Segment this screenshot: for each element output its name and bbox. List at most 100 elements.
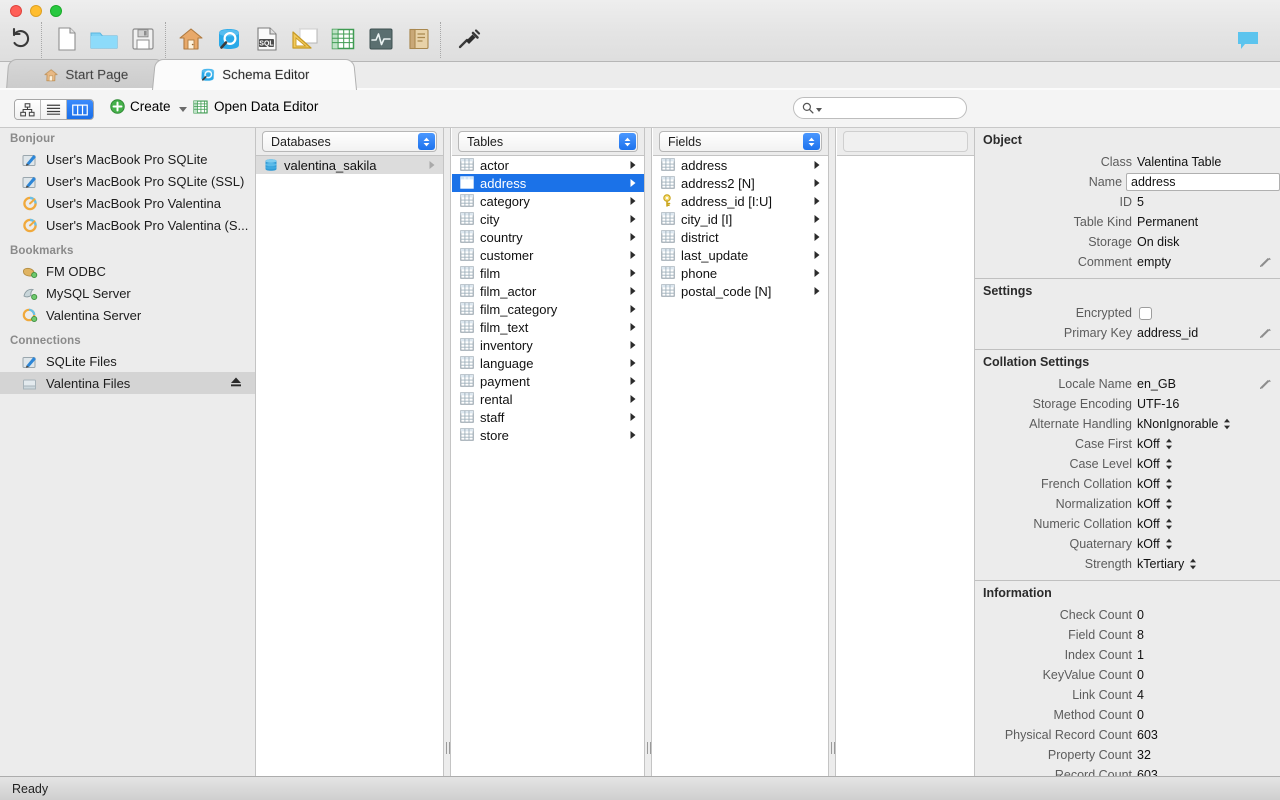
inspector-row-value[interactable]: kOff (1137, 457, 1173, 471)
list-item[interactable]: postal_code [N] (653, 282, 828, 300)
list-item[interactable]: city (452, 210, 644, 228)
chevron-down-icon[interactable] (178, 107, 187, 112)
save-button[interactable] (126, 20, 160, 58)
list-item[interactable]: payment (452, 372, 644, 390)
inspector-row-value[interactable]: kTertiary (1137, 557, 1197, 571)
disclosure-arrow-icon[interactable] (629, 356, 637, 371)
list-item[interactable]: phone (653, 264, 828, 282)
view-mode-segmented-control[interactable] (14, 99, 94, 120)
open-folder-button[interactable] (87, 20, 121, 58)
zoom-window-button[interactable] (50, 5, 62, 17)
list-item[interactable]: city_id [I] (653, 210, 828, 228)
disclosure-arrow-icon[interactable] (629, 194, 637, 209)
list-item[interactable]: customer (452, 246, 644, 264)
schema-editor-button[interactable] (212, 20, 246, 58)
detail-list[interactable] (837, 156, 974, 776)
disclosure-arrow-icon[interactable] (629, 392, 637, 407)
disclosure-arrow-icon[interactable] (813, 194, 821, 209)
list-item[interactable]: inventory (452, 336, 644, 354)
monitor-button[interactable] (364, 20, 398, 58)
encrypted-checkbox[interactable] (1139, 306, 1152, 320)
list-item[interactable]: last_update (653, 246, 828, 264)
disclosure-arrow-icon[interactable] (813, 230, 821, 245)
disclosure-arrow-icon[interactable] (629, 410, 637, 425)
disclosure-arrow-icon[interactable] (629, 266, 637, 281)
undo-button[interactable] (4, 20, 38, 58)
list-item[interactable]: film_category (452, 300, 644, 318)
disclosure-arrow-icon[interactable] (629, 176, 637, 191)
disclosure-arrow-icon[interactable] (813, 158, 821, 173)
inspector-row-value[interactable]: kOff (1137, 537, 1173, 551)
list-item[interactable]: address2 [N] (653, 174, 828, 192)
column-splitter-1[interactable] (443, 128, 451, 776)
view-mode-column-button[interactable] (67, 100, 93, 119)
stepper-updown-icon[interactable] (1165, 538, 1173, 550)
close-window-button[interactable] (10, 5, 22, 17)
search-field[interactable] (793, 97, 967, 119)
disclosure-arrow-icon[interactable] (629, 320, 637, 335)
disclosure-arrow-icon[interactable] (813, 212, 821, 227)
fields-column[interactable]: Fields address address2 [N] address_id [… (653, 128, 828, 776)
disclosure-arrow-icon[interactable] (629, 302, 637, 317)
sidebar-item-macbook-sqlite[interactable]: User's MacBook Pro SQLite (0, 148, 255, 170)
disclosure-arrow-icon[interactable] (629, 212, 637, 227)
sidebar-item-valentina-files[interactable]: Valentina Files (0, 372, 255, 394)
list-item[interactable]: film_text (452, 318, 644, 336)
connect-button[interactable] (452, 20, 486, 58)
inspector-row-value[interactable]: kOff (1137, 477, 1173, 491)
view-mode-diagram-button[interactable] (15, 100, 41, 119)
disclosure-arrow-icon[interactable] (629, 248, 637, 263)
fields-popup-menu[interactable]: Fields (659, 131, 822, 152)
tables-list[interactable]: actor address category city country cust (452, 156, 644, 776)
tab-start-page[interactable]: Start Page (6, 58, 166, 90)
pencil-icon[interactable] (1258, 377, 1272, 394)
sql-editor-button[interactable]: SQL (250, 20, 284, 58)
disclosure-arrow-icon[interactable] (629, 338, 637, 353)
disclosure-arrow-icon[interactable] (629, 374, 637, 389)
tables-popup-menu[interactable]: Tables (458, 131, 638, 152)
object-inspector[interactable]: Object Class Valentina Table Name address ID 5… (974, 128, 1280, 776)
sidebar-item-mysql-server[interactable]: MySQL Server (0, 282, 255, 304)
inspector-row-value[interactable]: kOff (1137, 497, 1173, 511)
new-document-button[interactable] (50, 20, 84, 58)
inspector-row-value[interactable]: kNonIgnorable (1137, 417, 1231, 431)
inspector-row-value[interactable]: kOff (1137, 517, 1173, 531)
pencil-icon[interactable] (1258, 255, 1272, 272)
list-item[interactable]: actor (452, 156, 644, 174)
disclosure-arrow-icon[interactable] (629, 284, 637, 299)
view-mode-list-button[interactable] (41, 100, 67, 119)
disclosure-arrow-icon[interactable] (428, 158, 436, 173)
sidebar-item-fm-odbc[interactable]: FM ODBC (0, 260, 255, 282)
chat-button[interactable] (1236, 30, 1260, 50)
databases-column[interactable]: Databases valentina_sakila (256, 128, 443, 776)
tab-schema-editor[interactable]: Schema Editor (152, 58, 357, 90)
list-item[interactable]: district (653, 228, 828, 246)
column-splitter-2[interactable] (644, 128, 652, 776)
sidebar-item-macbook-valentina[interactable]: User's MacBook Pro Valentina (0, 192, 255, 214)
list-item[interactable]: address (653, 156, 828, 174)
data-editor-button[interactable] (326, 20, 360, 58)
sidebar-item-valentina-server[interactable]: Valentina Server (0, 304, 255, 326)
diagram-button[interactable] (288, 20, 322, 58)
disclosure-arrow-icon[interactable] (813, 176, 821, 191)
disclosure-arrow-icon[interactable] (813, 248, 821, 263)
start-page-button[interactable] (174, 20, 208, 58)
databases-popup-menu[interactable]: Databases (262, 131, 437, 152)
sources-sidebar[interactable]: Bonjour User's MacBook Pro SQLite User's… (0, 128, 256, 776)
disclosure-arrow-icon[interactable] (629, 158, 637, 173)
list-item[interactable]: staff (452, 408, 644, 426)
list-item[interactable]: category (452, 192, 644, 210)
list-item[interactable]: film (452, 264, 644, 282)
create-button[interactable]: Create (110, 99, 187, 114)
detail-column[interactable] (837, 128, 974, 776)
disclosure-arrow-icon[interactable] (629, 230, 637, 245)
tables-column[interactable]: Tables actor address category city count… (452, 128, 644, 776)
stepper-updown-icon[interactable] (1165, 438, 1173, 450)
column-splitter-3[interactable] (828, 128, 836, 776)
stepper-updown-icon[interactable] (1223, 418, 1231, 430)
detail-popup-menu[interactable] (843, 131, 968, 152)
list-item[interactable]: store (452, 426, 644, 444)
sidebar-item-macbook-valentina-ssl[interactable]: User's MacBook Pro Valentina (S... (0, 214, 255, 236)
stepper-updown-icon[interactable] (1165, 498, 1173, 510)
stepper-updown-icon[interactable] (1165, 478, 1173, 490)
